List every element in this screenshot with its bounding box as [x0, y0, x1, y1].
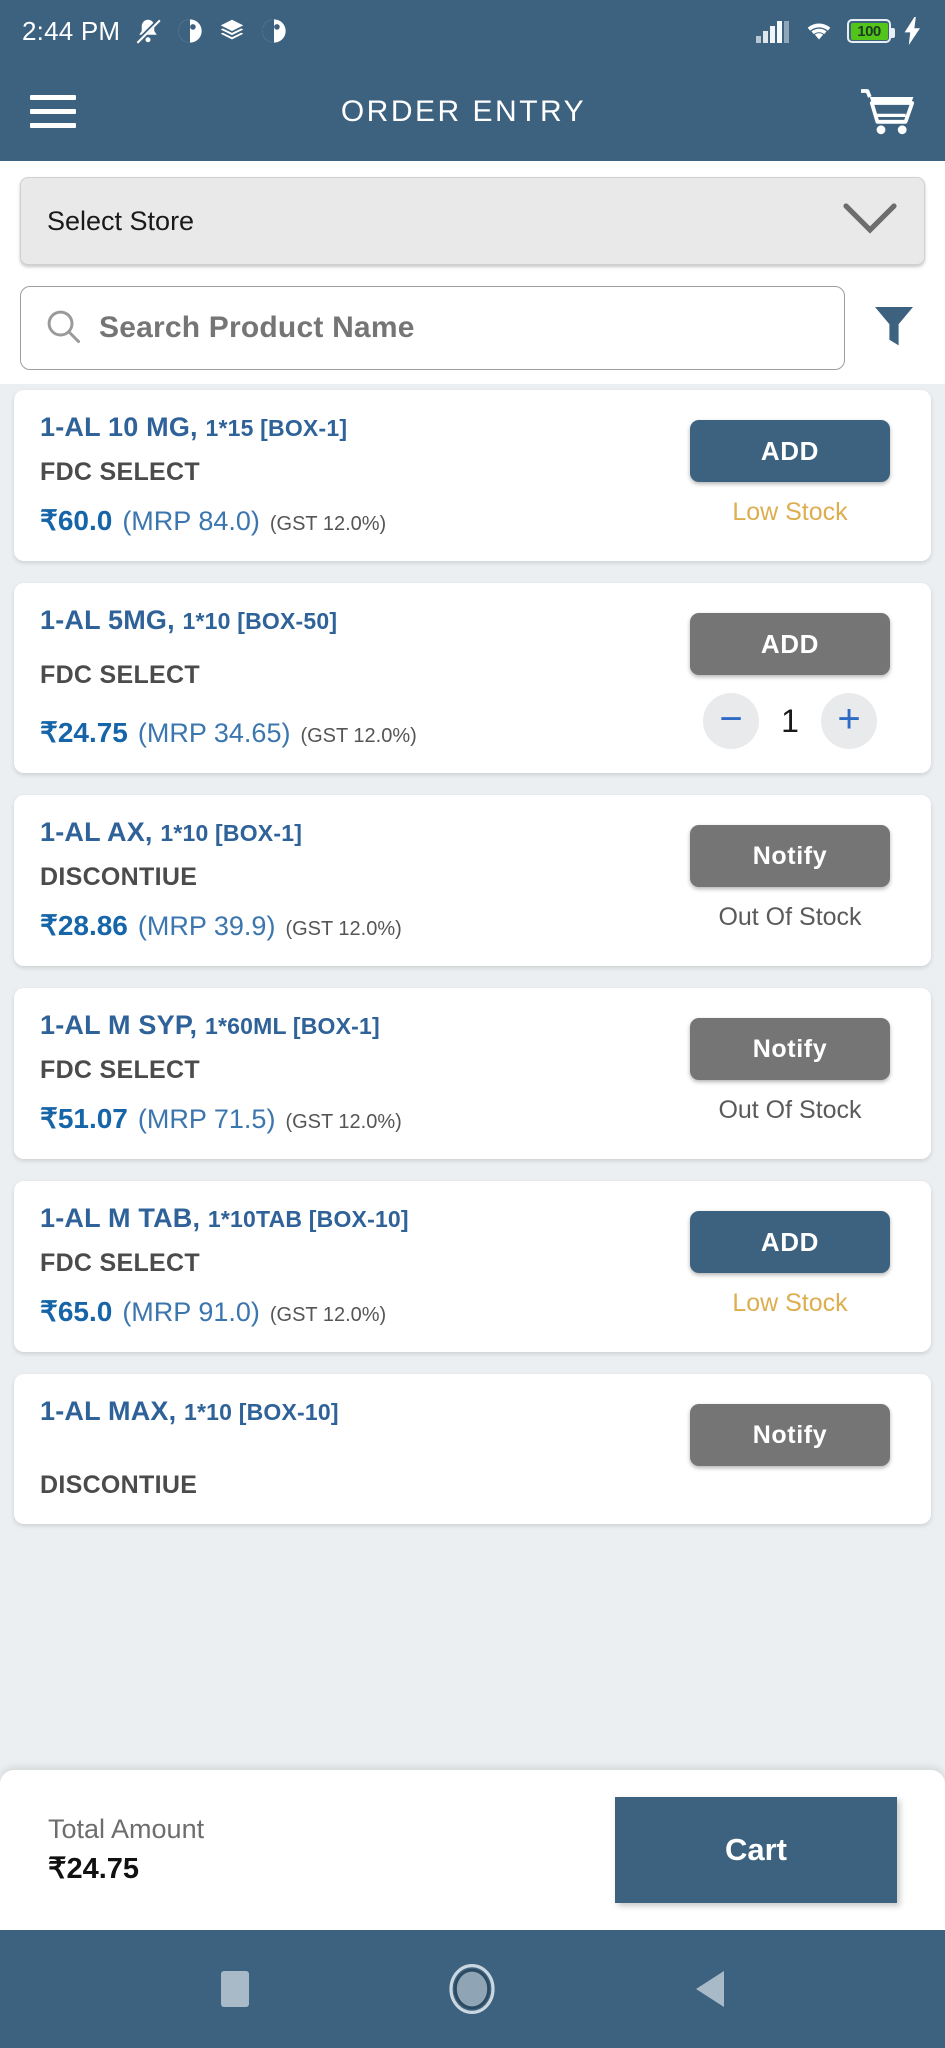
product-name: 1-AL M SYP, 1*60ML [BOX-1] [40, 1010, 675, 1041]
product-pack-text: 1*10 [BOX-10] [184, 1399, 339, 1425]
square-recents-icon[interactable] [220, 1970, 250, 2008]
notify-button[interactable]: Notify [690, 1018, 890, 1080]
battery-icon: 100 [847, 19, 895, 43]
product-name: 1-AL MAX, 1*10 [BOX-10] [40, 1396, 675, 1427]
product-card[interactable]: 1-AL 5MG, 1*10 [BOX-50] FDC SELECT ₹24.7… [14, 583, 931, 773]
product-rate: ₹60.0 [40, 505, 113, 536]
product-price-row: ₹28.86 (MRP 39.9) (GST 12.0%) [40, 909, 675, 942]
product-mrp: (MRP 71.5) [137, 1104, 276, 1134]
product-company: FDC SELECT [40, 1056, 200, 1084]
wifi-icon [803, 18, 835, 44]
store-select-dropdown[interactable]: Select Store [20, 177, 925, 265]
android-nav-bar [0, 1930, 945, 2048]
cart-button[interactable]: Cart [615, 1797, 897, 1903]
add-button[interactable]: ADD [690, 420, 890, 482]
add-button[interactable]: ADD [690, 613, 890, 675]
filter-funnel-icon[interactable] [863, 305, 925, 351]
increment-button[interactable]: + [821, 693, 877, 749]
app-badge-icon [176, 17, 204, 45]
product-company: DISCONTIUE [40, 1471, 198, 1499]
product-pack-text: 1*10TAB [BOX-10] [207, 1206, 409, 1232]
product-title-text: 1-AL M TAB, [40, 1203, 201, 1233]
decrement-button[interactable]: − [703, 693, 759, 749]
product-title-text: 1-AL 5MG, [40, 605, 175, 635]
product-card[interactable]: 1-AL M SYP, 1*60ML [BOX-1] FDC SELECT ₹5… [14, 988, 931, 1159]
product-mrp: (MRP 84.0) [122, 506, 260, 536]
stock-status-badge: Out Of Stock [718, 1096, 862, 1124]
product-rate: ₹28.86 [40, 910, 128, 941]
bell-muted-icon [133, 16, 163, 46]
charging-bolt-icon [903, 17, 923, 45]
product-card[interactable]: 1-AL 10 MG, 1*15 [BOX-1] FDC SELECT ₹60.… [14, 390, 931, 561]
status-bar: 2:44 PM 100 [0, 0, 945, 62]
stock-status-badge: Out Of Stock [718, 903, 862, 931]
app-badge-icon [260, 17, 288, 45]
total-amount-label: Total Amount [48, 1814, 205, 1844]
product-name: 1-AL AX, 1*10 [BOX-1] [40, 817, 675, 848]
product-rate: ₹51.07 [40, 1103, 128, 1134]
product-pack-text: 1*10 [BOX-50] [182, 608, 338, 634]
product-price-row: ₹65.0 (MRP 91.0) (GST 12.0%) [40, 1295, 675, 1328]
product-title-text: 1-AL MAX, [40, 1396, 177, 1426]
product-name: 1-AL M TAB, 1*10TAB [BOX-10] [40, 1203, 675, 1234]
store-select-label: Select Store [47, 205, 195, 236]
product-name: 1-AL 5MG, 1*10 [BOX-50] [40, 605, 675, 636]
product-gst: (GST 12.0%) [285, 918, 402, 940]
circle-home-icon[interactable] [448, 1964, 495, 2014]
product-pack-text: 1*15 [BOX-1] [205, 415, 348, 441]
stock-status-badge: Low Stock [732, 498, 848, 526]
chevron-down-icon [842, 202, 898, 241]
product-pack-text: 1*60ML [BOX-1] [204, 1013, 380, 1039]
product-company: DISCONTIUE [40, 863, 198, 891]
total-amount-value: ₹24.75 [48, 1853, 140, 1885]
notify-button[interactable]: Notify [690, 1404, 890, 1466]
total-bar: Total Amount ₹24.75 Cart [0, 1770, 945, 1930]
hamburger-menu-icon[interactable] [30, 95, 76, 128]
search-field[interactable] [20, 286, 845, 370]
product-price-row: ₹60.0 (MRP 84.0) (GST 12.0%) [40, 504, 675, 537]
product-title-text: 1-AL AX, [40, 817, 153, 847]
search-input[interactable] [99, 311, 820, 345]
product-gst: (GST 12.0%) [269, 1304, 387, 1326]
product-gst: (GST 12.0%) [269, 513, 387, 535]
quantity-stepper[interactable]: − 1 + [703, 693, 877, 749]
signal-icon [755, 18, 791, 44]
product-gst: (GST 12.0%) [285, 1111, 402, 1133]
product-mrp: (MRP 39.9) [137, 911, 276, 941]
product-company: FDC SELECT [40, 458, 200, 486]
shopping-cart-icon[interactable] [857, 87, 915, 137]
product-name: 1-AL 10 MG, 1*15 [BOX-1] [40, 412, 675, 443]
notify-button[interactable]: Notify [690, 825, 890, 887]
search-icon [45, 308, 81, 349]
product-title-text: 1-AL 10 MG, [40, 412, 198, 442]
product-card[interactable]: 1-AL MAX, 1*10 [BOX-10] DISCONTIUE Notif… [14, 1374, 931, 1524]
product-mrp: (MRP 34.65) [137, 718, 291, 748]
product-card[interactable]: 1-AL AX, 1*10 [BOX-1] DISCONTIUE ₹28.86 … [14, 795, 931, 966]
stock-status-badge: Low Stock [732, 1289, 848, 1317]
quantity-value: 1 [781, 702, 799, 739]
product-mrp: (MRP 91.0) [122, 1297, 260, 1327]
battery-percent-label: 100 [857, 22, 881, 40]
add-button[interactable]: ADD [690, 1211, 890, 1273]
status-bar-time: 2:44 PM [22, 15, 121, 46]
product-gst: (GST 12.0%) [300, 725, 417, 747]
minus-icon: − [719, 697, 743, 741]
layers-icon [217, 16, 247, 46]
product-price-row: ₹51.07 (MRP 71.5) (GST 12.0%) [40, 1102, 675, 1135]
page-title: ORDER ENTRY [340, 94, 587, 128]
app-bar: ORDER ENTRY [0, 62, 945, 161]
product-price-row: ₹24.75 (MRP 34.65) (GST 12.0%) [40, 716, 675, 749]
product-title-text: 1-AL M SYP, [40, 1010, 198, 1040]
product-rate: ₹65.0 [40, 1296, 113, 1327]
product-rate: ₹24.75 [40, 717, 128, 748]
product-pack-text: 1*10 [BOX-1] [160, 820, 303, 846]
order-entry-screen: 2:44 PM 100 ORDER ENTRY Select Store Sea… [0, 0, 945, 2048]
filter-panel: Select Store [0, 161, 945, 384]
product-card[interactable]: 1-AL M TAB, 1*10TAB [BOX-10] FDC SELECT … [14, 1181, 931, 1352]
product-company: FDC SELECT [40, 660, 200, 689]
triangle-back-icon[interactable] [694, 1969, 726, 2009]
product-company: FDC SELECT [40, 1249, 200, 1277]
plus-icon: + [837, 697, 861, 741]
